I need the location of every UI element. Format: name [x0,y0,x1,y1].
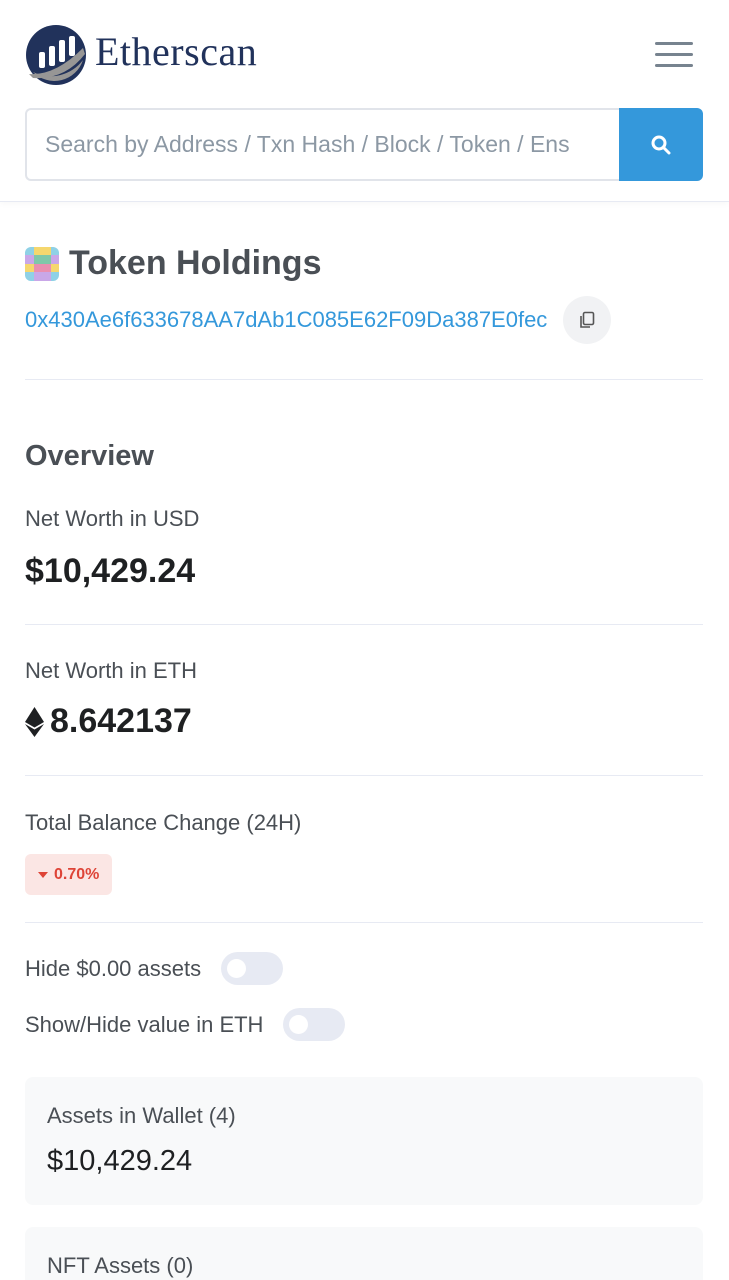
hide-zero-assets-toggle[interactable] [221,952,284,985]
net-worth-usd-value: $10,429.24 [25,552,196,590]
balance-change-badge: 0.70% [25,854,113,895]
brand-name: Etherscan [95,28,258,74]
search-button[interactable] [619,108,703,181]
ethereum-icon [25,706,44,737]
net-worth-eth-value: 8.642137 [50,702,192,740]
page-title: Token Holdings [69,244,322,282]
hamburger-menu-icon[interactable] [655,42,697,72]
search-input[interactable] [25,108,619,181]
net-worth-eth-row: 8.642137 [25,702,192,741]
wallet-address-link[interactable]: 0x430Ae6f633678AA7dAb1C085E62F09Da387E0f… [25,307,547,333]
divider [25,379,703,380]
page-title-row: Token Holdings [25,244,321,283]
assets-in-wallet-card[interactable]: Assets in Wallet (4) $10,429.24 [25,1077,703,1205]
search-icon [651,135,671,154]
hide-zero-assets-label: Hide $0.00 assets [25,955,202,981]
assets-in-wallet-label: Assets in Wallet (4) [47,1103,236,1128]
show-eth-value-toggle[interactable] [283,1008,346,1041]
pixel-avatar-icon [25,246,59,281]
assets-in-wallet-value: $10,429.24 [47,1145,193,1177]
show-eth-value-row: Show/Hide value in ETH [25,1008,346,1041]
caret-down-icon [38,871,48,878]
nft-assets-label: NFT Assets (0) [47,1253,194,1278]
divider [25,775,703,776]
net-worth-eth-label: Net Worth in ETH [25,658,197,683]
overview-heading: Overview [25,440,154,472]
balance-change-label: Total Balance Change (24H) [25,810,302,835]
nft-assets-card[interactable]: NFT Assets (0) [25,1227,703,1280]
hide-zero-assets-row: Hide $0.00 assets [25,952,284,985]
address-row: 0x430Ae6f633678AA7dAb1C085E62F09Da387E0f… [25,296,612,344]
balance-change-value: 0.70% [54,865,100,883]
etherscan-logo[interactable]: Etherscan [25,24,257,86]
show-eth-value-label: Show/Hide value in ETH [25,1011,264,1037]
divider [25,624,703,625]
net-worth-usd-label: Net Worth in USD [25,506,200,531]
copy-address-button[interactable] [563,296,612,344]
divider [25,922,703,923]
site-header: Etherscan [0,0,729,202]
copy-icon [580,311,595,328]
etherscan-logo-icon [26,25,86,85]
search-bar [25,108,703,181]
